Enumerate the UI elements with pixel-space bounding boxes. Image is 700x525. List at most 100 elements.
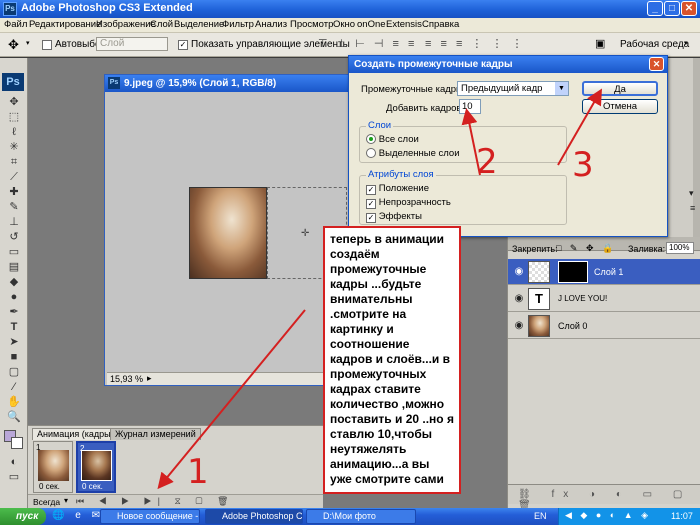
position-option[interactable]: ✓ Положение	[366, 183, 429, 195]
effects-option[interactable]: ✓ Эффекты	[366, 211, 422, 223]
menu-analysis[interactable]: Анализ	[255, 19, 287, 30]
stamp-tool-icon[interactable]: ⊥	[6, 216, 22, 229]
opacity-option[interactable]: ✓ Непрозрачность	[366, 197, 451, 209]
menu-layer[interactable]: Слой	[150, 19, 173, 30]
background-color-swatch[interactable]	[11, 437, 23, 449]
layer-row-3[interactable]: ◉ Слой 0	[508, 313, 700, 339]
menu-help[interactable]: Справка	[422, 19, 459, 30]
bridge-icon[interactable]: ▣	[595, 37, 605, 50]
slice-tool-icon[interactable]: ⟋	[6, 171, 22, 184]
status-menu-icon[interactable]: ▸	[147, 373, 152, 384]
menu-image[interactable]: Изображение	[96, 19, 156, 30]
type-tool-icon[interactable]: T	[6, 321, 22, 334]
menu-window[interactable]: Окно	[333, 19, 355, 30]
playback-buttons[interactable]: ⏮ ◀ ▶ ▶| ⧖ ▢ 🗑	[76, 496, 234, 507]
ok-button[interactable]: Да	[582, 81, 658, 96]
magic-wand-icon[interactable]: ✳	[6, 141, 22, 154]
language-indicator[interactable]: EN	[534, 511, 547, 521]
frames-to-add-input[interactable]: 10	[459, 99, 481, 114]
quick-mask-icon[interactable]: ◐	[6, 456, 22, 469]
healing-brush-icon[interactable]: ✚	[6, 186, 22, 199]
align-icons[interactable]: ⊤ ⊥ ⊢ ⊣ ≡ ≡	[318, 37, 417, 50]
maximize-button[interactable]: □	[664, 1, 680, 16]
layer-row-1[interactable]: ◉ Слой 1	[508, 259, 700, 285]
menu-edit[interactable]: Редактирование	[29, 19, 101, 30]
autoselect-select[interactable]: Слой	[96, 37, 168, 51]
panel-close-icon[interactable]: ▾	[689, 188, 694, 199]
menu-extensis[interactable]: Extensis	[386, 19, 422, 30]
tab-history[interactable]: Журнал измерений	[110, 428, 201, 440]
annotation-number-3: 3	[572, 145, 594, 185]
crop-tool-icon[interactable]: ⌗	[6, 156, 22, 169]
distribute-icons[interactable]: ≡ ≡ ≡ ⋮ ⋮ ⋮	[425, 37, 526, 50]
visibility-eye-icon[interactable]: ◉	[513, 320, 525, 332]
eyedropper-icon[interactable]: ⁄	[6, 381, 22, 394]
task-folder[interactable]: D:\Мои фото	[306, 509, 416, 524]
dodge-tool-icon[interactable]: ●	[6, 291, 22, 304]
selected-layers-option[interactable]: Выделенные слои	[366, 148, 460, 161]
workspace-label[interactable]: Рабочая среда	[620, 39, 689, 50]
hand-tool-icon[interactable]: ✋	[6, 396, 22, 409]
close-button[interactable]: ✕	[681, 1, 697, 16]
menu-file[interactable]: Файл	[4, 19, 27, 30]
task-photoshop[interactable]: Adobe Photoshop CS...	[205, 509, 303, 524]
animation-frame-1[interactable]: 1 0 сек.	[33, 441, 73, 493]
eraser-tool-icon[interactable]: ▭	[6, 246, 22, 259]
gradient-tool-icon[interactable]: ▤	[6, 261, 22, 274]
lasso-tool-icon[interactable]: ℓ	[6, 126, 22, 139]
loop-select[interactable]: Всегда	[33, 497, 60, 507]
tween-with-select[interactable]: Предыдущий кадр ▼	[457, 81, 569, 96]
dialog-titlebar[interactable]: Создать промежуточные кадры ✕	[349, 56, 667, 73]
move-tool-icon[interactable]: ✥	[6, 96, 22, 109]
path-select-icon[interactable]: ➤	[6, 336, 22, 349]
history-brush-icon[interactable]: ↺	[6, 231, 22, 244]
blur-tool-icon[interactable]: ◆	[6, 276, 22, 289]
position-checkbox[interactable]: ✓	[366, 185, 376, 195]
document-window[interactable]: Ps 9.jpeg @ 15,9% (Слой 1, RGB/8) ✛ 15,9…	[104, 74, 354, 386]
zoom-value[interactable]: 15,93 %	[110, 374, 143, 384]
menu-select[interactable]: Выделение	[174, 19, 224, 30]
selected-layers-radio[interactable]	[366, 148, 376, 158]
all-layers-radio[interactable]	[366, 134, 376, 144]
document-canvas[interactable]: ✛	[107, 92, 351, 372]
minimize-button[interactable]: _	[647, 1, 663, 16]
fill-input[interactable]: 100%	[666, 242, 694, 254]
opacity-checkbox[interactable]: ✓	[366, 199, 376, 209]
marquee-tool-icon[interactable]: ⬚	[6, 111, 22, 124]
frame-delay[interactable]: 0 сек.	[39, 482, 60, 491]
notes-tool-icon[interactable]: ▢	[6, 366, 22, 379]
autoselect-checkbox[interactable]	[42, 40, 52, 50]
lock-icons[interactable]: □ ✎ ✥ 🔒	[556, 243, 616, 254]
panel-menu-icon[interactable]: ≡	[690, 203, 695, 213]
frame-delay[interactable]: 0 сек.	[82, 482, 103, 491]
move-tool-icon[interactable]: ✥	[8, 37, 19, 53]
animation-frame-2[interactable]: 2 0 сек.	[76, 441, 116, 493]
menu-view[interactable]: Просмотр	[290, 19, 333, 30]
screen-mode-icon[interactable]: ▭	[6, 471, 22, 484]
pen-tool-icon[interactable]: ✒	[6, 306, 22, 319]
brush-tool-icon[interactable]: ✎	[6, 201, 22, 214]
tab-animation[interactable]: Анимация (кадры)	[32, 428, 119, 440]
show-controls-checkbox[interactable]: ✓	[178, 40, 188, 50]
menu-onone[interactable]: onOne	[357, 19, 386, 30]
workspace-dropdown-icon[interactable]: ▾	[684, 39, 688, 47]
tray-icons[interactable]: ◀ ◆ ● ◐ ▲ ◈	[565, 510, 651, 521]
tool-preset-dropdown-icon[interactable]: ▾	[26, 39, 30, 47]
dialog-close-button[interactable]: ✕	[649, 57, 664, 71]
zoom-tool-icon[interactable]: 🔍	[6, 411, 22, 424]
menu-filter[interactable]: Фильтр	[222, 19, 254, 30]
visibility-eye-icon[interactable]: ◉	[513, 293, 525, 305]
quicklaunch-icons[interactable]: 🌐 e ✉	[52, 510, 104, 521]
cancel-button[interactable]: Отмена	[582, 99, 658, 114]
chevron-down-icon[interactable]: ▼	[555, 82, 568, 95]
shape-tool-icon[interactable]: ■	[6, 351, 22, 364]
all-layers-option[interactable]: Все слои	[366, 134, 419, 147]
visibility-eye-icon[interactable]: ◉	[513, 266, 525, 278]
effects-checkbox[interactable]: ✓	[366, 213, 376, 223]
task-message[interactable]: Новое сообщение - ...	[100, 509, 200, 524]
layer-row-2[interactable]: ◉ T J LOVE YOU!	[508, 286, 700, 312]
document-titlebar[interactable]: Ps 9.jpeg @ 15,9% (Слой 1, RGB/8)	[105, 75, 353, 92]
start-button[interactable]: пуск	[0, 508, 46, 525]
transform-center-icon[interactable]: ✛	[301, 228, 309, 239]
loop-dropdown-icon[interactable]: ▾	[64, 496, 68, 505]
